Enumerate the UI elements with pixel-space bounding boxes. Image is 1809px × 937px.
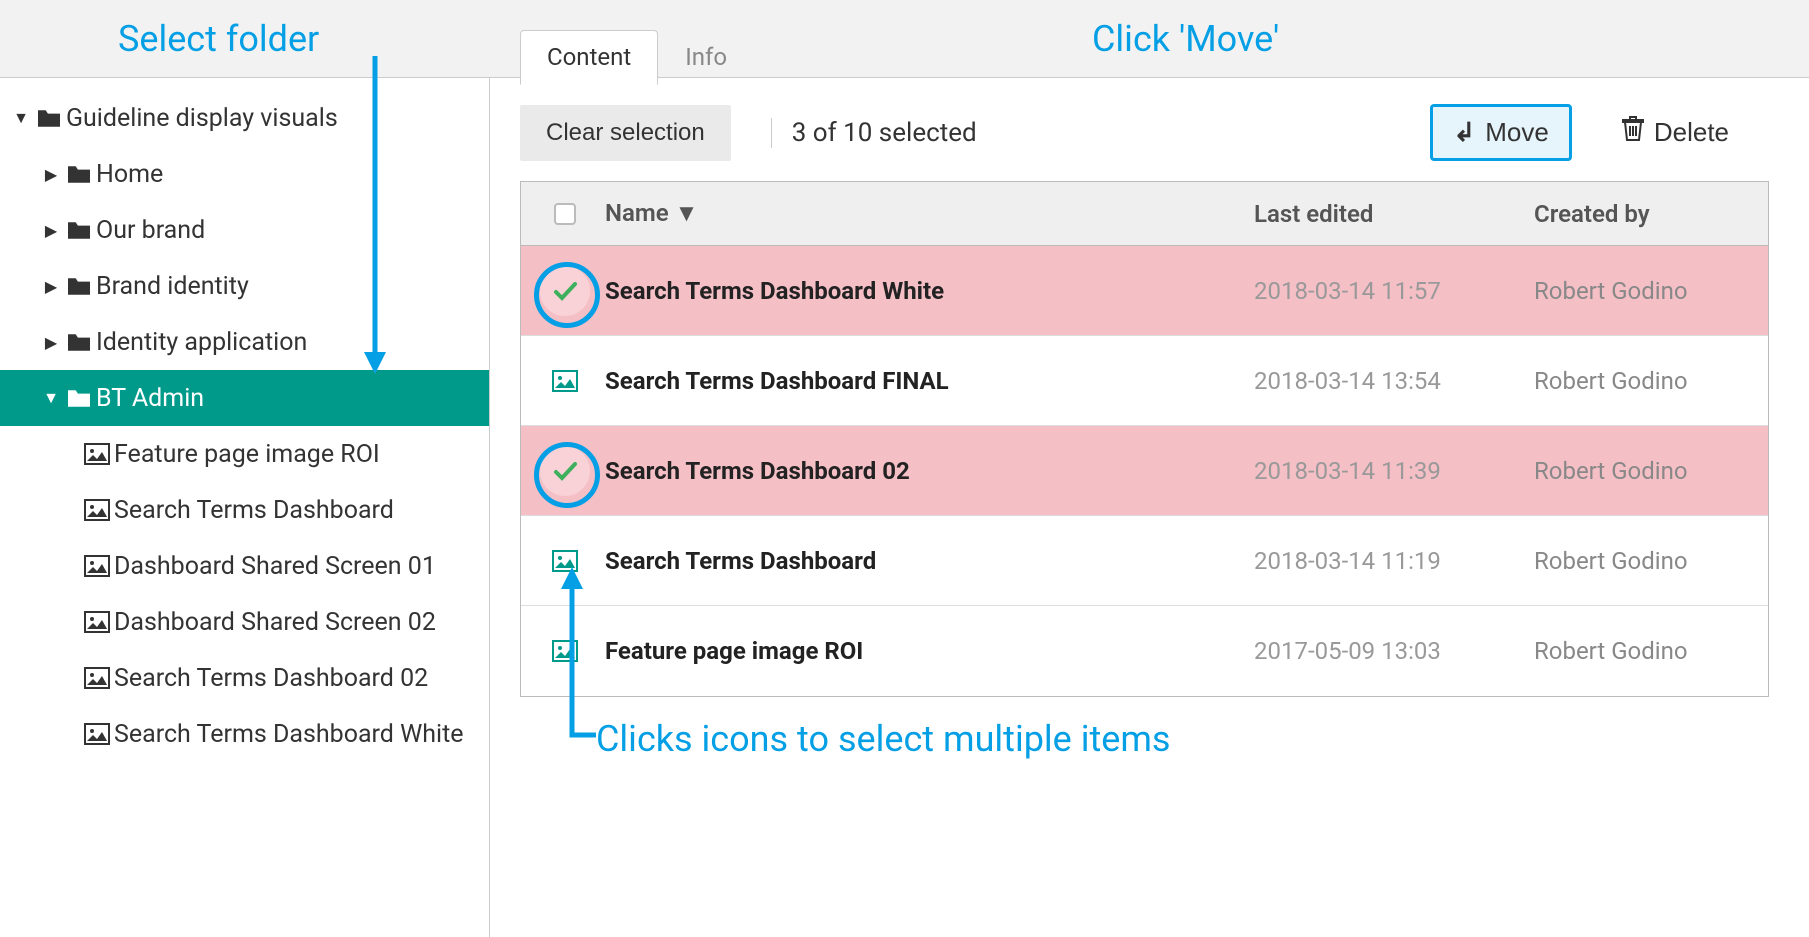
tree-subitem-label: Search Terms Dashboard bbox=[114, 496, 394, 525]
row-date: 2017-05-09 13:03 bbox=[1254, 637, 1534, 665]
select-all-checkbox[interactable] bbox=[535, 203, 595, 225]
row-date: 2018-03-14 11:39 bbox=[1254, 457, 1534, 485]
folder-icon bbox=[62, 387, 96, 409]
row-author: Robert Godino bbox=[1534, 457, 1754, 485]
tree-item-label: Home bbox=[96, 160, 163, 189]
content-table: Name ▼ Last edited Created by Search Ter… bbox=[520, 181, 1769, 697]
selection-count: 3 of 10 selected bbox=[771, 118, 977, 148]
column-header-date[interactable]: Last edited bbox=[1254, 200, 1534, 228]
image-icon bbox=[80, 667, 114, 689]
row-date: 2018-03-14 11:57 bbox=[1254, 277, 1534, 305]
row-name: Feature page image ROI bbox=[595, 637, 1254, 665]
image-icon bbox=[80, 555, 114, 577]
main-area: Content Info Clear selection 3 of 10 sel… bbox=[490, 0, 1809, 937]
table-row[interactable]: Search Terms Dashboard White 2018-03-14 … bbox=[521, 246, 1768, 336]
tree-item-label: BT Admin bbox=[96, 384, 204, 413]
checkmark-icon bbox=[540, 446, 590, 496]
tree-item-brand-identity[interactable]: ▶ Brand identity bbox=[0, 258, 489, 314]
folder-icon bbox=[32, 107, 66, 129]
row-author: Robert Godino bbox=[1534, 637, 1754, 665]
column-header-name[interactable]: Name ▼ bbox=[595, 199, 1254, 228]
caret-right-icon[interactable]: ▶ bbox=[40, 221, 62, 240]
delete-button-label: Delete bbox=[1654, 117, 1729, 148]
row-name: Search Terms Dashboard White bbox=[595, 277, 1254, 305]
tree-subitem[interactable]: Dashboard Shared Screen 02 bbox=[0, 594, 489, 650]
move-button[interactable]: ↲ Move bbox=[1430, 104, 1571, 161]
folder-icon bbox=[62, 219, 96, 241]
move-icon: ↲ bbox=[1453, 117, 1475, 148]
folder-tree: ▼ Guideline display visuals ▶ Home ▶ Our… bbox=[0, 90, 489, 762]
image-icon bbox=[80, 499, 114, 521]
tree-item-label: Brand identity bbox=[96, 272, 249, 301]
tab-content[interactable]: Content bbox=[520, 30, 658, 85]
tree-subitem-label: Feature page image ROI bbox=[114, 440, 380, 469]
table-row[interactable]: Search Terms Dashboard 02 2018-03-14 11:… bbox=[521, 426, 1768, 516]
tree-item-identity-application[interactable]: ▶ Identity application bbox=[0, 314, 489, 370]
table-row[interactable]: Search Terms Dashboard FINAL 2018-03-14 … bbox=[521, 336, 1768, 426]
tab-info[interactable]: Info bbox=[658, 30, 754, 84]
row-name: Search Terms Dashboard bbox=[595, 547, 1254, 575]
table-row[interactable]: Search Terms Dashboard 2018-03-14 11:19 … bbox=[521, 516, 1768, 606]
image-icon bbox=[80, 723, 114, 745]
delete-button[interactable]: Delete bbox=[1602, 106, 1749, 159]
row-select-icon[interactable] bbox=[535, 550, 595, 572]
tree-subitem-label: Dashboard Shared Screen 01 bbox=[114, 552, 436, 581]
checkmark-icon bbox=[540, 266, 590, 316]
sidebar: ▼ Guideline display visuals ▶ Home ▶ Our… bbox=[0, 0, 490, 937]
image-icon bbox=[552, 370, 578, 392]
row-select-icon[interactable] bbox=[535, 266, 595, 316]
tree-root-label: Guideline display visuals bbox=[66, 104, 338, 133]
table-header: Name ▼ Last edited Created by bbox=[521, 182, 1768, 246]
tree-root[interactable]: ▼ Guideline display visuals bbox=[0, 90, 489, 146]
folder-icon bbox=[62, 275, 96, 297]
column-header-author[interactable]: Created by bbox=[1534, 200, 1754, 228]
image-icon bbox=[552, 550, 578, 572]
folder-icon bbox=[62, 331, 96, 353]
image-icon bbox=[80, 443, 114, 465]
tree-subitem[interactable]: Search Terms Dashboard White bbox=[0, 706, 489, 762]
column-header-name-label: Name bbox=[605, 199, 669, 227]
tree-item-label: Identity application bbox=[96, 328, 307, 357]
tree-item-our-brand[interactable]: ▶ Our brand bbox=[0, 202, 489, 258]
sort-desc-icon: ▼ bbox=[675, 199, 699, 227]
tree-item-bt-admin[interactable]: ▼ BT Admin bbox=[0, 370, 489, 426]
caret-down-icon[interactable]: ▼ bbox=[10, 108, 32, 128]
row-date: 2018-03-14 11:19 bbox=[1254, 547, 1534, 575]
app-container: ▼ Guideline display visuals ▶ Home ▶ Our… bbox=[0, 0, 1809, 937]
tree-item-home[interactable]: ▶ Home bbox=[0, 146, 489, 202]
row-select-icon[interactable] bbox=[535, 370, 595, 392]
tree-item-label: Our brand bbox=[96, 216, 205, 245]
trash-icon bbox=[1622, 116, 1644, 149]
tree-subitem[interactable]: Search Terms Dashboard bbox=[0, 482, 489, 538]
caret-right-icon[interactable]: ▶ bbox=[40, 277, 62, 296]
move-button-label: Move bbox=[1485, 117, 1549, 148]
row-select-icon[interactable] bbox=[535, 446, 595, 496]
toolbar: Clear selection 3 of 10 selected ↲ Move … bbox=[490, 84, 1779, 181]
tree-subitem-label: Search Terms Dashboard White bbox=[114, 720, 464, 749]
caret-down-icon[interactable]: ▼ bbox=[40, 388, 62, 408]
table-row[interactable]: Feature page image ROI 2017-05-09 13:03 … bbox=[521, 606, 1768, 696]
row-name: Search Terms Dashboard 02 bbox=[595, 457, 1254, 485]
caret-right-icon[interactable]: ▶ bbox=[40, 333, 62, 352]
row-select-icon[interactable] bbox=[535, 640, 595, 662]
caret-right-icon[interactable]: ▶ bbox=[40, 165, 62, 184]
tree-subitem-label: Dashboard Shared Screen 02 bbox=[114, 608, 436, 637]
tree-subitem[interactable]: Dashboard Shared Screen 01 bbox=[0, 538, 489, 594]
image-icon bbox=[552, 640, 578, 662]
row-author: Robert Godino bbox=[1534, 367, 1754, 395]
tree-subitem[interactable]: Feature page image ROI bbox=[0, 426, 489, 482]
folder-icon bbox=[62, 163, 96, 185]
clear-selection-button[interactable]: Clear selection bbox=[520, 105, 731, 161]
row-name: Search Terms Dashboard FINAL bbox=[595, 367, 1254, 395]
tree-subitem-label: Search Terms Dashboard 02 bbox=[114, 664, 428, 693]
image-icon bbox=[80, 611, 114, 633]
tree-subitem[interactable]: Search Terms Dashboard 02 bbox=[0, 650, 489, 706]
tab-bar: Content Info bbox=[490, 30, 1779, 84]
row-author: Robert Godino bbox=[1534, 547, 1754, 575]
row-author: Robert Godino bbox=[1534, 277, 1754, 305]
row-date: 2018-03-14 13:54 bbox=[1254, 367, 1534, 395]
